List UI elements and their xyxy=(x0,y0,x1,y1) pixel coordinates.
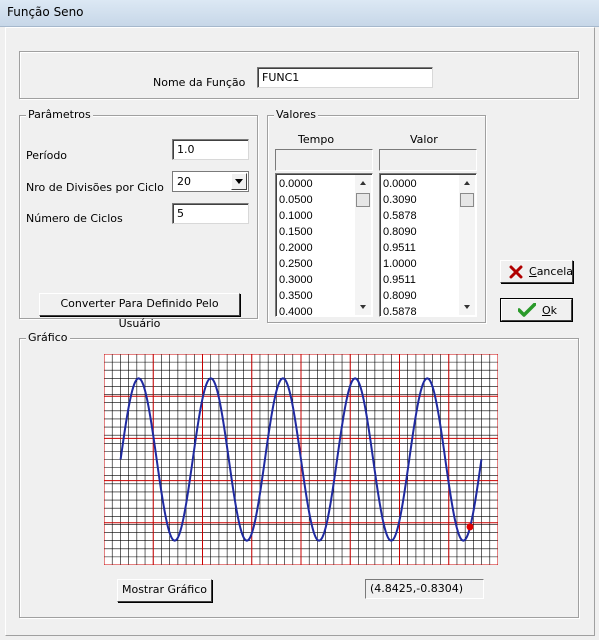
dialog-window: Função Seno Nome da Função FUNC1 Parâmet… xyxy=(0,0,599,640)
values-group: Valores Tempo Valor 0.0000 0.0500 0.1000 0.… xyxy=(267,108,486,323)
time-listbox[interactable]: 0.0000 0.0500 0.1000 0.1500 0.2000 0.2500 0.30… xyxy=(275,173,373,317)
cycles-input[interactable]: 5 xyxy=(172,203,249,224)
checkmark-icon xyxy=(518,303,536,317)
list-item[interactable]: 0.0000 xyxy=(383,176,417,192)
parameters-legend: Parâmetros xyxy=(26,108,93,121)
list-item[interactable]: 0.3500 xyxy=(279,288,313,304)
cancel-button-label: Cancela xyxy=(529,265,574,278)
time-column-label: Tempo xyxy=(298,133,335,146)
list-item[interactable]: 0.3000 xyxy=(279,272,313,288)
list-item[interactable]: 0.3090 xyxy=(383,192,417,208)
show-chart-button[interactable]: Mostrar Gráfico xyxy=(117,579,212,602)
function-name-input[interactable]: FUNC1 xyxy=(257,67,433,88)
value-column-label: Valor xyxy=(410,133,438,146)
divisions-combo[interactable]: 20 xyxy=(172,171,249,192)
list-item[interactable]: 0.0000 xyxy=(279,176,313,192)
list-item[interactable]: 0.1000 xyxy=(279,208,313,224)
ok-button[interactable]: Ok xyxy=(500,298,573,322)
list-item[interactable]: 0.9511 xyxy=(383,240,417,256)
scroll-up-arrow-icon[interactable] xyxy=(355,175,371,191)
dialog-client: Nome da Função FUNC1 Parâmetros Período … xyxy=(5,27,595,636)
ok-button-label: Ok xyxy=(542,304,558,317)
window-title: Função Seno xyxy=(7,5,84,19)
value-header-box xyxy=(379,149,477,171)
list-item[interactable]: 0.8090 xyxy=(383,288,417,304)
convert-button-label: Converter Para Definido Pelo Usuário xyxy=(60,297,219,330)
convert-button[interactable]: Converter Para Definido Pelo Usuário xyxy=(39,293,240,330)
period-input[interactable]: 1.0 xyxy=(172,139,249,160)
sine-chart xyxy=(104,354,498,565)
scroll-thumb[interactable] xyxy=(356,193,370,207)
time-header-box xyxy=(275,149,373,171)
list-item[interactable]: 0.0500 xyxy=(279,192,313,208)
value-listbox[interactable]: 0.0000 0.3090 0.5878 0.8090 0.9511 1.0000 0.95… xyxy=(379,173,477,317)
list-item[interactable]: 0.5878 xyxy=(383,208,417,224)
values-legend: Valores xyxy=(274,108,318,121)
period-label: Período xyxy=(26,149,68,162)
scroll-up-arrow-icon[interactable] xyxy=(459,175,475,191)
cancel-x-icon xyxy=(509,265,523,279)
title-bar[interactable]: Função Seno xyxy=(0,0,599,27)
scroll-down-arrow-icon[interactable] xyxy=(459,299,475,315)
value-list-items: 0.0000 0.3090 0.5878 0.8090 0.9511 1.0000 0.95… xyxy=(383,176,417,316)
time-list-items: 0.0000 0.0500 0.1000 0.1500 0.2000 0.2500 0.30… xyxy=(279,176,313,316)
scroll-thumb[interactable] xyxy=(460,193,474,207)
dropdown-arrow-icon[interactable] xyxy=(231,173,247,190)
function-name-label: Nome da Função xyxy=(153,76,246,89)
cancel-button[interactable]: Cancela xyxy=(500,260,573,283)
name-group: Nome da Função FUNC1 xyxy=(19,51,579,99)
parameters-group: Parâmetros Período 1.0 Nro de Divisões p… xyxy=(19,108,258,330)
chart-group: Gráfico Mostrar Gráfico (4.8425,-0.8304) xyxy=(19,331,579,618)
cursor-coordinates: (4.8425,-0.8304) xyxy=(365,579,484,599)
divisions-value: 20 xyxy=(177,175,191,188)
list-item[interactable]: 0.2500 xyxy=(279,256,313,272)
scroll-down-arrow-icon[interactable] xyxy=(355,299,371,315)
list-item[interactable]: 0.1500 xyxy=(279,224,313,240)
list-item[interactable]: 1.0000 xyxy=(383,256,417,272)
list-item[interactable]: 0.9511 xyxy=(383,272,417,288)
list-item[interactable]: 0.8090 xyxy=(383,224,417,240)
cycles-label: Número de Ciclos xyxy=(26,212,123,225)
list-item[interactable]: 0.4000 xyxy=(279,304,313,316)
time-scrollbar[interactable] xyxy=(355,175,371,315)
cursor-marker xyxy=(466,523,474,531)
value-scrollbar[interactable] xyxy=(459,175,475,315)
list-item[interactable]: 0.5878 xyxy=(383,304,417,316)
show-chart-button-label: Mostrar Gráfico xyxy=(121,583,208,596)
divisions-label: Nro de Divisões por Ciclo xyxy=(26,181,164,194)
list-item[interactable]: 0.2000 xyxy=(279,240,313,256)
chart-legend: Gráfico xyxy=(26,331,70,344)
